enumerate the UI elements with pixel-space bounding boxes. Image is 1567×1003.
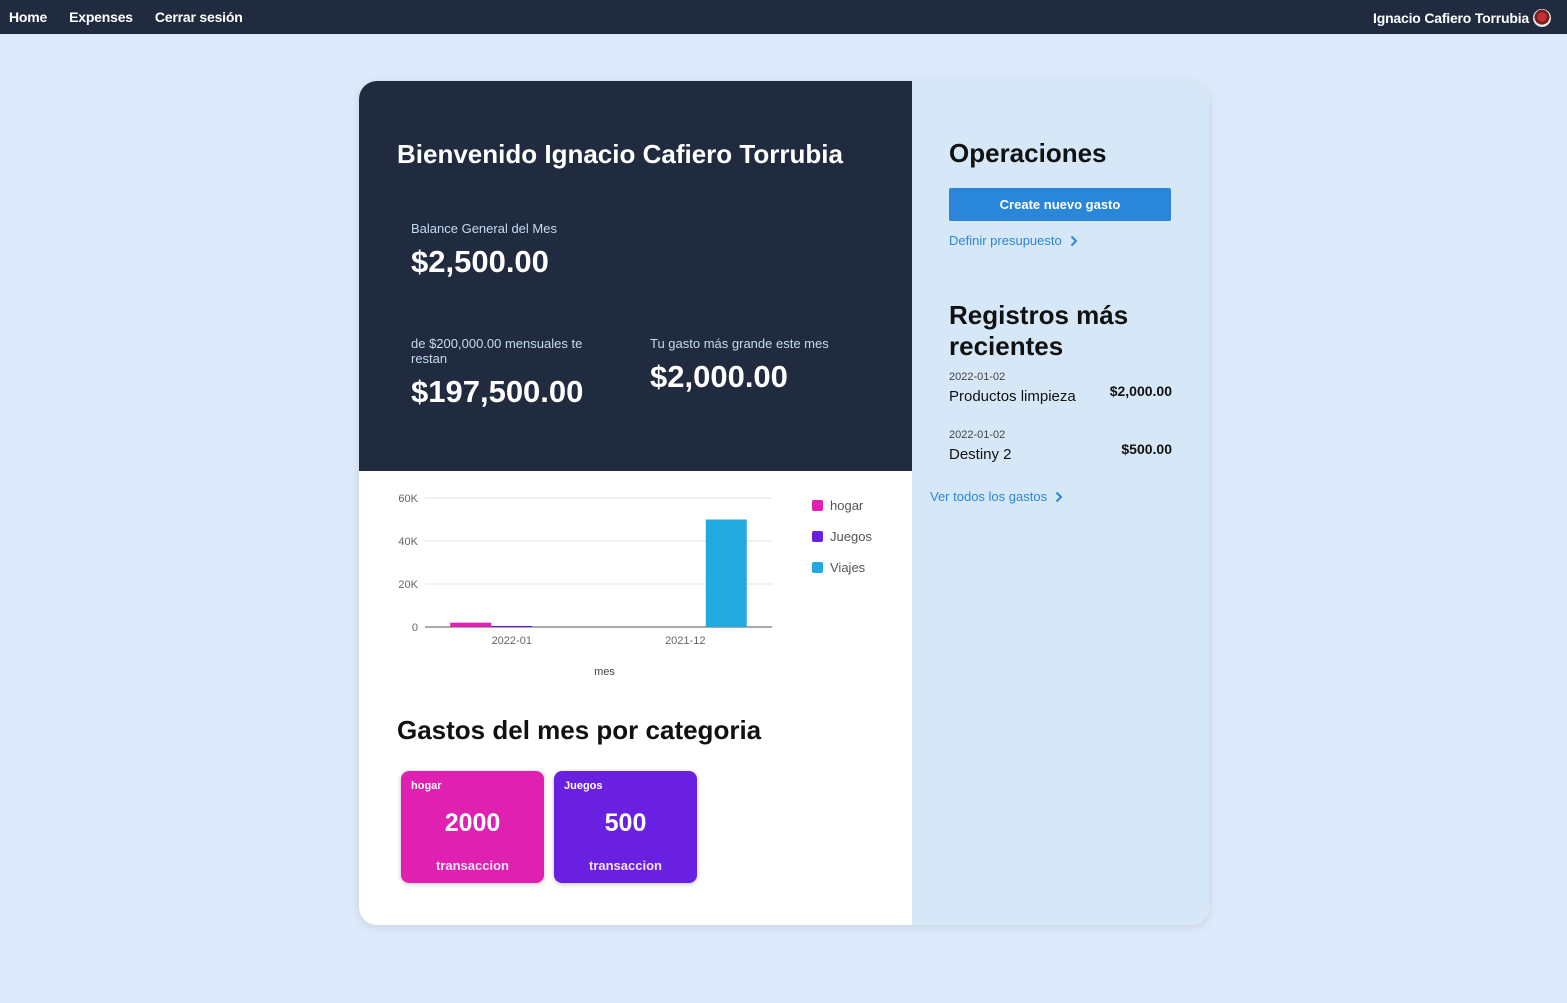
x-axis-label: mes [594,666,615,678]
y-tick-label: 60K [398,493,418,505]
create-expense-button[interactable]: Create nuevo gasto [949,188,1171,221]
y-tick-label: 0 [412,622,418,634]
nav-expenses-link[interactable]: Expenses [69,9,133,25]
category-caption: transaccion [589,858,662,873]
user-name: Ignacio Cafiero Torrubia [1373,10,1529,26]
top-navbar: Home Expenses Cerrar sesión Ignacio Cafi… [0,0,1567,34]
operations-title: Operaciones [949,138,1107,168]
balance-value: $2,500.00 [411,244,549,279]
category-card-juegos[interactable]: Juegos 500 transaccion [554,771,697,883]
category-name: hogar [411,780,442,792]
y-tick-label: 20K [398,579,418,591]
recent-title: Registros más recientes [949,300,1129,361]
expenses-chart: 0 20K 40K 60K 2022-01 2021-12 mes hogar Juegos Vi… [359,471,912,701]
legend-swatch [812,500,823,511]
largest-expense-label: Tu gasto más grande este mes [650,336,829,351]
balance-label: Balance General del Mes [411,221,557,236]
legend-label: Viajes [830,560,866,575]
y-tick-label: 40K [398,536,418,548]
legend-swatch [812,562,823,573]
chevron-right-icon [1055,491,1063,502]
category-value: 2000 [444,809,501,837]
view-all-expenses-link[interactable]: Ver todos los gastos [930,489,1063,504]
category-caption: transaccion [436,858,509,873]
chevron-right-icon [1070,235,1078,246]
category-name: Juegos [564,780,603,792]
nav-home-link[interactable]: Home [9,9,47,25]
category-card-hogar[interactable]: hogar 2000 transaccion [401,771,544,883]
nav-links: Home Expenses Cerrar sesión [9,9,243,25]
category-value: 500 [604,809,647,837]
chart-svg: 0 20K 40K 60K 2022-01 2021-12 mes hogar Juegos Vi… [398,493,872,678]
record-name: Destiny 2 [949,446,1012,463]
record-amount: $2,000.00 [1109,383,1172,399]
define-budget-link[interactable]: Definir presupuesto [949,233,1078,248]
dashboard-card: Bienvenido Ignacio Cafiero Torrubia Bala… [359,81,1209,925]
recent-record[interactable]: 2022-01-02 Productos limpieza $2,000.00 [949,371,1172,415]
largest-expense-value: $2,000.00 [650,359,788,394]
nav-logout-link[interactable]: Cerrar sesión [155,9,243,25]
welcome-title: Bienvenido Ignacio Cafiero Torrubia [397,139,843,169]
avatar-icon[interactable] [1533,9,1551,27]
user-menu[interactable]: Ignacio Cafiero Torrubia [1373,9,1551,27]
view-all-label: Ver todos los gastos [930,489,1048,504]
x-tick-label: 2022-01 [492,635,532,647]
bar-viajes [705,519,747,627]
define-budget-label: Definir presupuesto [949,233,1062,248]
x-tick-label: 2021-12 [665,635,705,647]
legend-swatch [812,531,823,542]
recent-record[interactable]: 2022-01-02 Destiny 2 $500.00 [949,429,1172,473]
summary-panel: Bienvenido Ignacio Cafiero Torrubia Bala… [359,81,912,471]
remaining-label: de $200,000.00 mensuales te restan [411,336,583,366]
remaining-value: $197,500.00 [411,374,584,409]
record-amount: $500.00 [1121,441,1172,457]
record-date: 2022-01-02 [949,371,1006,383]
record-name: Productos limpieza [949,388,1076,405]
category-section-title: Gastos del mes por categoria [397,715,762,745]
legend-label: hogar [830,498,864,513]
legend-label: Juegos [830,529,872,544]
bar-hogar [450,622,492,627]
record-date: 2022-01-02 [949,429,1006,441]
operations-panel: Operaciones Create nuevo gasto Definir p… [912,81,1209,925]
bar-juegos [491,625,533,627]
